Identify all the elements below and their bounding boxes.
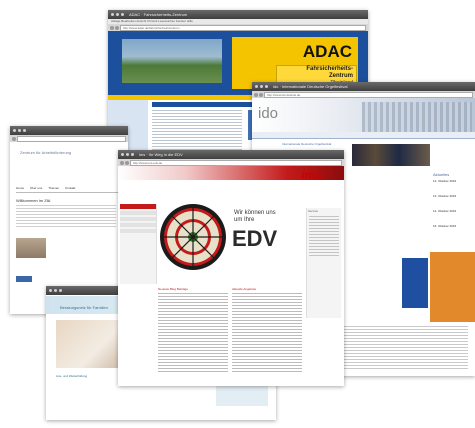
- forward-icon[interactable]: [259, 92, 263, 97]
- ims-big-word: EDV: [232, 226, 278, 251]
- tab-contact[interactable]: Kontakt: [65, 186, 75, 192]
- ido-date-1[interactable]: 12. Oktober 2016: [433, 179, 456, 183]
- ims-col1-title: Neueste Blog Beiträge: [158, 287, 189, 291]
- forward-icon[interactable]: [115, 25, 119, 30]
- zfa-titlebar[interactable]: [10, 126, 128, 135]
- familien-heading: Beratungsnetz für Familien: [60, 305, 108, 310]
- ido-nav-bar[interactable]: Internationale Deutsche Orgelfestival: [252, 132, 475, 146]
- adac-url-field[interactable]: http://www.adac.de/fahrsicherheitszentru…: [120, 24, 366, 31]
- zoom-icon[interactable]: [131, 153, 134, 156]
- ims-col2-text: [232, 293, 302, 373]
- ido-news-title: Aktuelles: [433, 172, 450, 177]
- ims-sidebar-item[interactable]: [120, 223, 156, 227]
- ido-titlebar[interactable]: ido · Internationale Deutsche Orgelfesti…: [252, 82, 475, 91]
- zoom-icon[interactable]: [121, 13, 124, 16]
- zfa-heading: Willkommen im ZfA: [16, 198, 51, 203]
- zoom-icon[interactable]: [265, 85, 268, 88]
- ido-date-3[interactable]: 14. Oktober 2016: [433, 209, 456, 213]
- ido-date-2[interactable]: 13. Oktober 2016: [433, 194, 456, 198]
- ims-sidebar-item[interactable]: [120, 229, 156, 233]
- zfa-body-text: [16, 205, 116, 229]
- close-icon[interactable]: [49, 289, 52, 292]
- zfa-urlbar: [10, 135, 128, 142]
- close-icon[interactable]: [13, 129, 16, 132]
- zfa-site-title: Zentrum für Arbeitsförderung: [20, 150, 72, 155]
- forward-icon[interactable]: [125, 160, 129, 165]
- ims-logo[interactable]: ims: [301, 168, 322, 182]
- zfa-photo: [16, 238, 46, 258]
- minimize-icon[interactable]: [126, 153, 129, 156]
- minimize-icon[interactable]: [116, 13, 119, 16]
- back-icon[interactable]: [120, 160, 124, 165]
- ido-urlbar: http://www.ido-festival.de: [252, 91, 475, 98]
- ido-url-field[interactable]: http://www.ido-festival.de: [264, 91, 473, 98]
- ims-sidebar: [120, 204, 157, 284]
- minimize-icon[interactable]: [18, 129, 21, 132]
- adac-urlbar: http://www.adac.de/fahrsicherheitszentru…: [108, 24, 368, 31]
- ims-urlbar: http://www.ims-edv.de: [118, 159, 344, 166]
- back-icon[interactable]: [110, 25, 114, 30]
- zoom-icon[interactable]: [23, 129, 26, 132]
- ido-skyline: [362, 102, 472, 132]
- adac-sign-line2: Zentrum: [329, 73, 353, 79]
- familien-card-1[interactable]: Aus- und Weiterbildung: [56, 374, 87, 378]
- zoom-icon[interactable]: [59, 289, 62, 292]
- back-icon[interactable]: [254, 92, 258, 97]
- ims-url-field[interactable]: http://www.ims-edv.de: [130, 159, 342, 166]
- ims-window: ims · Ihr Weg in die EDV http://www.ims-…: [118, 150, 344, 386]
- ido-blue-panel: [402, 258, 428, 308]
- back-icon[interactable]: [12, 136, 16, 141]
- ims-sidebar-item-active[interactable]: [120, 204, 156, 209]
- minimize-icon[interactable]: [260, 85, 263, 88]
- ims-right-column: Service: [306, 208, 341, 318]
- ido-header: ido: [252, 98, 475, 132]
- adac-window-title: ADAC · Fahrsicherheits-Zentrum: [129, 12, 188, 17]
- ims-sidebar-item[interactable]: [120, 211, 156, 215]
- tab-home[interactable]: Home: [16, 186, 24, 192]
- ims-window-title: ims · Ihr Weg in die EDV: [139, 152, 183, 157]
- ims-headline-1: Wir können uns: [234, 210, 276, 216]
- ims-col3-title: Service: [308, 209, 319, 213]
- close-icon[interactable]: [121, 153, 124, 156]
- close-icon[interactable]: [255, 85, 258, 88]
- minimize-icon[interactable]: [54, 289, 57, 292]
- zfa-tabs: Home Über uns Themen Kontakt: [16, 186, 122, 193]
- zfa-url-field[interactable]: [17, 135, 126, 142]
- ido-date-4[interactable]: 16. Oktober 2016: [433, 224, 456, 228]
- zfa-logo: [16, 276, 32, 282]
- tab-about[interactable]: Über uns: [30, 186, 42, 192]
- ims-titlebar[interactable]: ims · Ihr Weg in die EDV: [118, 150, 344, 159]
- adac-titlebar[interactable]: ADAC · Fahrsicherheits-Zentrum: [108, 10, 368, 19]
- ims-right-list: [309, 216, 339, 256]
- ims-headline-2: um Ihre: [234, 217, 255, 223]
- adac-sign-line1: Fahrsicherheits-: [306, 66, 353, 72]
- dartboard-image: [160, 204, 226, 270]
- adac-logo[interactable]: ADAC: [303, 42, 352, 62]
- ims-col1-text: [158, 293, 228, 373]
- ido-banner: Internationale Deutsche Orgelfestival: [282, 142, 332, 146]
- adac-photo: [122, 39, 222, 83]
- ido-window-title: ido · Internationale Deutsche Orgelfesti…: [273, 84, 348, 89]
- ido-photo-strip: [352, 144, 430, 166]
- ido-logo[interactable]: ido: [258, 105, 278, 122]
- ims-header: ims: [118, 166, 344, 200]
- tab-themes[interactable]: Themen: [48, 186, 59, 192]
- familien-photo-1: [56, 320, 126, 368]
- ims-col2-title: Aktuelle Angebote: [232, 287, 257, 291]
- close-icon[interactable]: [111, 13, 114, 16]
- ido-orange-panel: [430, 252, 475, 322]
- adac-content-text: [152, 110, 242, 150]
- ims-sidebar-item[interactable]: [120, 217, 156, 221]
